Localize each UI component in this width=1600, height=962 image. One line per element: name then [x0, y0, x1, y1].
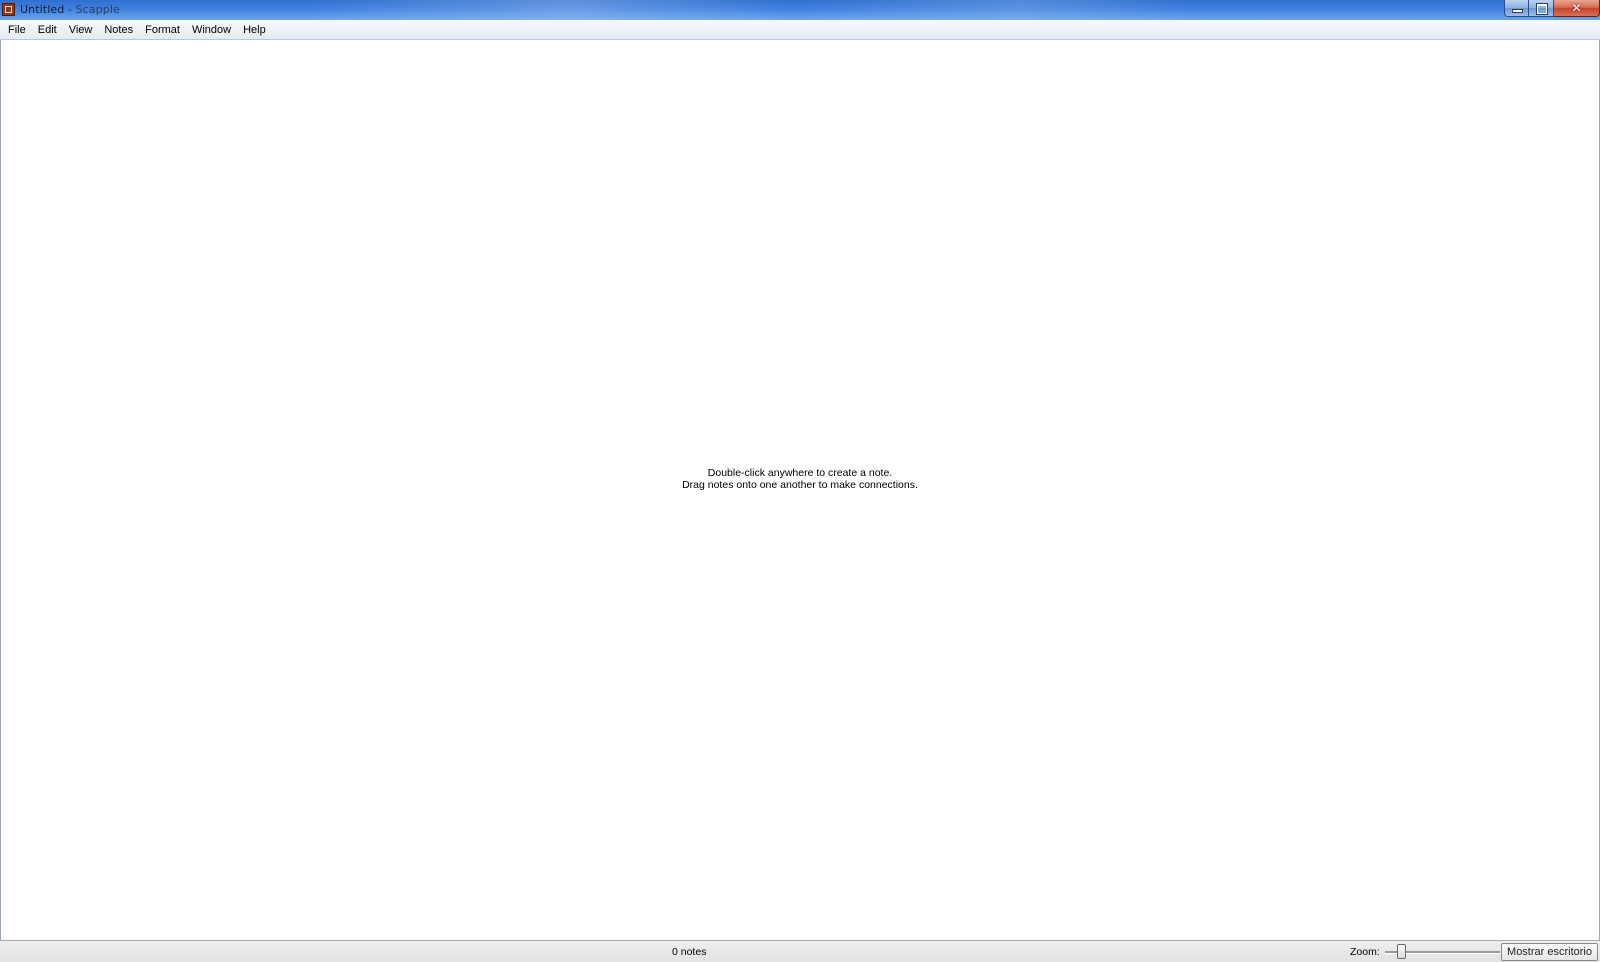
- window-controls: ✕: [1504, 0, 1600, 18]
- menu-bar: File Edit View Notes Format Window Help: [0, 20, 1600, 40]
- zoom-label: Zoom:: [1350, 946, 1380, 958]
- menu-view[interactable]: View: [63, 21, 99, 39]
- minimize-button[interactable]: [1504, 0, 1529, 17]
- app-window: Untitled - Scapple ✕ File Edit View Note…: [0, 0, 1600, 962]
- status-bar: 0 notes Zoom: Mostrar escritorio: [0, 940, 1600, 962]
- document-title: Untitled: [20, 3, 65, 16]
- title-separator: -: [64, 3, 76, 16]
- scapple-app-icon[interactable]: [2, 3, 15, 16]
- window-title: Untitled - Scapple: [20, 3, 120, 16]
- hint-line-connect: Drag notes onto one another to make conn…: [682, 479, 918, 491]
- hint-line-create: Double-click anywhere to create a note.: [707, 467, 893, 479]
- close-button[interactable]: ✕: [1554, 0, 1600, 17]
- minimize-icon: [1513, 10, 1522, 12]
- restore-button[interactable]: [1529, 0, 1554, 17]
- show-desktop-button[interactable]: Mostrar escritorio: [1501, 943, 1598, 961]
- zoom-slider-thumb[interactable]: [1397, 944, 1406, 959]
- restore-icon: [1537, 4, 1547, 14]
- menu-format[interactable]: Format: [139, 21, 186, 39]
- scapple-canvas[interactable]: Double-click anywhere to create a note. …: [0, 40, 1600, 940]
- menu-file[interactable]: File: [2, 21, 32, 39]
- close-icon: ✕: [1571, 1, 1582, 15]
- menu-window[interactable]: Window: [186, 21, 237, 39]
- empty-canvas-hint: Double-click anywhere to create a note. …: [1, 467, 1599, 491]
- menu-edit[interactable]: Edit: [32, 21, 63, 39]
- note-count: 0 notes: [672, 946, 707, 958]
- menu-notes[interactable]: Notes: [98, 21, 139, 39]
- menu-help[interactable]: Help: [237, 21, 272, 39]
- app-name: Scapple: [75, 3, 120, 16]
- title-bar[interactable]: Untitled - Scapple ✕: [0, 0, 1600, 20]
- title-bar-gradient: [300, 0, 1200, 20]
